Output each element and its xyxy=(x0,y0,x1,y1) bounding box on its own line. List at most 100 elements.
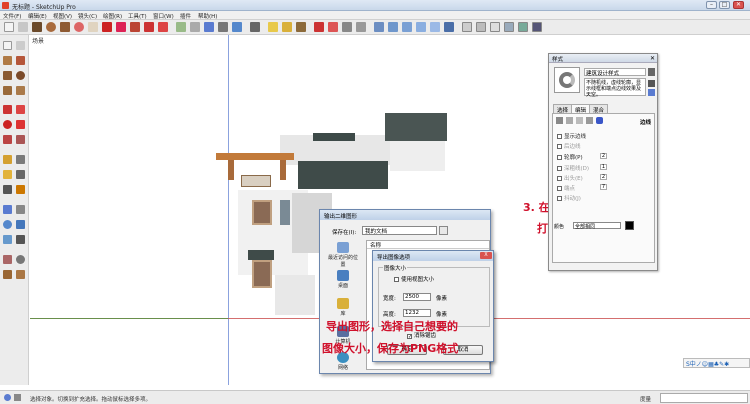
place-desktop[interactable]: 桌面 xyxy=(326,270,360,289)
text-icon[interactable] xyxy=(16,170,25,179)
paint-bucket-icon[interactable] xyxy=(74,22,84,32)
xray-icon[interactable] xyxy=(462,22,472,32)
ime-toolbar[interactable]: S中ノ☺▦♣✎✱ xyxy=(683,358,750,368)
opt-extension[interactable]: 出头(E) xyxy=(557,174,583,182)
style-preview-thumbnail[interactable] xyxy=(554,67,580,93)
tab-edit[interactable]: 编辑 xyxy=(571,104,591,114)
face-settings-icon[interactable] xyxy=(566,117,573,124)
place-recent[interactable]: 最近访问的位置 xyxy=(326,242,360,268)
move-tool-icon[interactable] xyxy=(3,105,12,114)
modeling-settings-icon[interactable] xyxy=(596,117,603,124)
follow-me-icon[interactable] xyxy=(144,22,154,32)
monochrome-icon[interactable] xyxy=(532,22,542,32)
polygon-tool-icon[interactable] xyxy=(3,86,12,95)
menu-help[interactable]: 帮助(H) xyxy=(198,12,217,20)
column-name[interactable]: 名称 xyxy=(367,241,489,249)
select-icon[interactable] xyxy=(3,41,12,50)
top-view-icon[interactable] xyxy=(388,22,398,32)
zoom-extents-icon[interactable] xyxy=(250,22,260,32)
menu-camera[interactable]: 镜头(C) xyxy=(78,12,97,20)
style-description-field[interactable]: 不随机线，虚线轮廓，显示线框和端点边线效果及天空。 xyxy=(584,78,646,98)
edge-settings-icon[interactable] xyxy=(556,117,563,124)
rectangle-icon[interactable] xyxy=(32,22,42,32)
opt-jitter[interactable]: 抖动(J) xyxy=(557,194,581,202)
wireframe-icon[interactable] xyxy=(476,22,486,32)
right-view-icon[interactable] xyxy=(416,22,426,32)
move-icon[interactable] xyxy=(116,22,126,32)
position-camera-icon[interactable] xyxy=(3,255,12,264)
edge-color-swatch[interactable] xyxy=(625,221,634,230)
look-around-tool-icon[interactable] xyxy=(16,255,25,264)
axes-icon[interactable] xyxy=(3,185,12,194)
zoom-tool-icon[interactable] xyxy=(3,220,12,229)
iso-view-icon[interactable] xyxy=(374,22,384,32)
scale-icon[interactable] xyxy=(158,22,168,32)
section-tool-icon[interactable] xyxy=(16,270,25,279)
look-around-icon[interactable] xyxy=(282,22,292,32)
opt-depth-cue[interactable]: 深粗线(D) xyxy=(557,164,589,172)
edge-color-select[interactable]: 全部相同 xyxy=(573,222,621,230)
share-model-icon[interactable] xyxy=(356,22,366,32)
profiles-value[interactable]: 2 xyxy=(600,153,607,159)
scale-tool-icon[interactable] xyxy=(3,135,12,144)
make-component-icon[interactable] xyxy=(16,41,25,50)
zoom-window-icon[interactable] xyxy=(16,220,25,229)
tab-mix[interactable]: 混合 xyxy=(589,104,609,114)
opt-endpoints[interactable]: 端点 xyxy=(557,184,575,192)
background-settings-icon[interactable] xyxy=(576,117,583,124)
menu-draw[interactable]: 绘图(R) xyxy=(103,12,122,20)
push-pull-icon[interactable] xyxy=(102,22,112,32)
chevron-down-icon[interactable] xyxy=(439,226,448,235)
push-pull-tool-icon[interactable] xyxy=(16,105,25,114)
rotate-tool-icon[interactable] xyxy=(3,120,12,129)
tab-select[interactable]: 选择 xyxy=(553,104,573,114)
eraser-icon[interactable] xyxy=(18,22,28,32)
previous-view-icon[interactable] xyxy=(3,235,12,244)
polygon-icon[interactable] xyxy=(60,22,70,32)
place-library[interactable]: 库 xyxy=(326,298,360,317)
menu-window[interactable]: 窗口(W) xyxy=(153,12,174,20)
line-icon[interactable] xyxy=(3,56,12,65)
arc-icon[interactable] xyxy=(16,56,25,65)
section-cut-icon[interactable] xyxy=(328,22,338,32)
opt-back-edges[interactable]: 后边线 xyxy=(557,142,581,150)
shaded-textures-icon[interactable] xyxy=(518,22,528,32)
display-section-icon[interactable] xyxy=(314,22,324,32)
menu-file[interactable]: 文件(F) xyxy=(3,12,21,20)
depth-cue-value[interactable]: 1 xyxy=(600,164,607,170)
offset-icon[interactable] xyxy=(176,22,186,32)
orbit-tool-icon[interactable] xyxy=(3,205,12,214)
styles-close-icon[interactable]: ✕ xyxy=(650,55,655,62)
select-tool-icon[interactable] xyxy=(4,22,14,32)
save-in-select[interactable]: 我的文档 xyxy=(362,226,437,235)
extension-value[interactable]: 2 xyxy=(600,174,607,180)
pan-tool-icon[interactable] xyxy=(16,205,25,214)
pan-icon[interactable] xyxy=(218,22,228,32)
watermark-settings-icon[interactable] xyxy=(586,117,593,124)
minimize-button[interactable]: – xyxy=(706,1,717,9)
credits-icon[interactable] xyxy=(14,394,21,401)
front-view-icon[interactable] xyxy=(402,22,412,32)
tape-measure-icon[interactable] xyxy=(190,22,200,32)
freehand-icon[interactable] xyxy=(16,86,25,95)
width-input[interactable]: 2500 xyxy=(403,293,431,301)
follow-me-tool-icon[interactable] xyxy=(16,120,25,129)
scene-tab[interactable]: 场景 xyxy=(32,36,44,45)
create-style-icon[interactable] xyxy=(648,89,655,96)
use-view-size-checkbox[interactable]: 使用视图大小 xyxy=(394,275,434,283)
geo-location-icon[interactable] xyxy=(4,394,11,401)
offset-tool-icon[interactable] xyxy=(16,135,25,144)
menu-tools[interactable]: 工具(T) xyxy=(128,12,147,20)
maximize-button[interactable]: □ xyxy=(719,1,730,9)
walk-icon[interactable] xyxy=(268,22,278,32)
opt-profiles[interactable]: 轮廓(P) xyxy=(557,153,583,161)
get-models-icon[interactable] xyxy=(342,22,352,32)
circle-icon[interactable] xyxy=(46,22,56,32)
menu-plugins[interactable]: 插件 xyxy=(180,12,191,20)
protractor-icon[interactable] xyxy=(3,170,12,179)
style-name-field[interactable]: 建筑设计样式 xyxy=(584,68,646,77)
left-view-icon[interactable] xyxy=(444,22,454,32)
circle-tool-icon[interactable] xyxy=(16,71,25,80)
walk-tool-icon[interactable] xyxy=(3,270,12,279)
measurements-input[interactable] xyxy=(660,393,748,403)
